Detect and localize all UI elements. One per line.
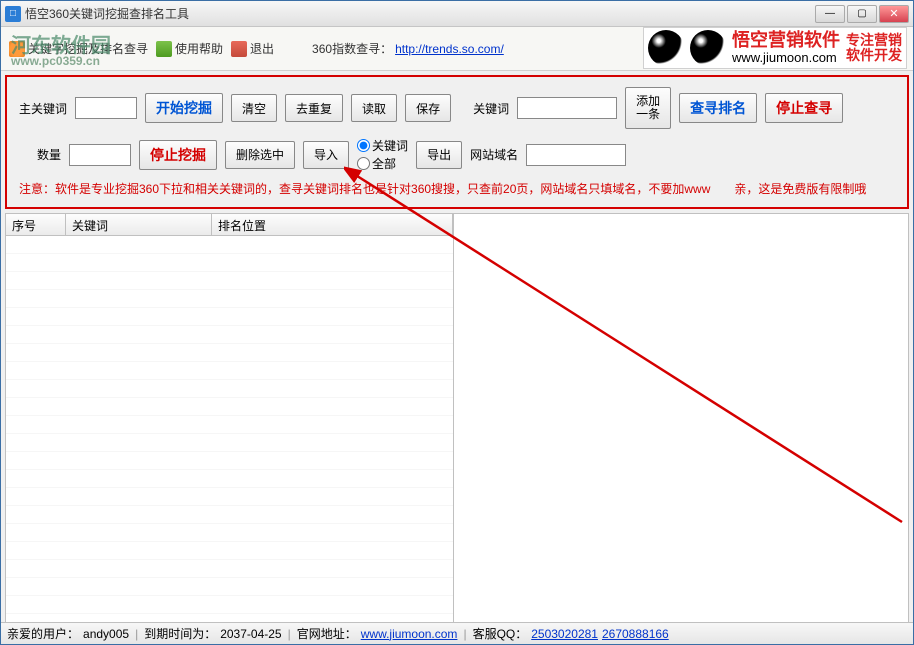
brand-name: 悟空营销软件 xyxy=(732,31,840,51)
stop-search-button[interactable]: 停止查寻 xyxy=(765,93,843,123)
app-icon xyxy=(5,6,21,22)
brand-banner: 悟空营销软件 www.jiumoon.com 专注营销 软件开发 xyxy=(643,27,907,69)
toolbar-item-exit[interactable]: 退出 xyxy=(231,40,274,57)
keyword-input[interactable] xyxy=(517,97,617,119)
app-window: 悟空360关键词挖掘查排名工具 河东软件园 www.pc0359.cn 关键字挖… xyxy=(0,0,914,645)
save-button[interactable]: 保存 xyxy=(405,94,451,122)
control-panel: 主关键词 开始挖掘 清空 去重复 读取 保存 关键词 添加 一条 查寻排名 停止… xyxy=(5,75,909,209)
status-site-link[interactable]: www.jiumoon.com xyxy=(361,627,458,641)
col-rank[interactable]: 排名位置 xyxy=(212,214,453,235)
radio-keyword[interactable]: 关键词 xyxy=(357,137,408,154)
import-button[interactable]: 导入 xyxy=(303,141,349,169)
keyword-label: 关键词 xyxy=(473,100,509,117)
window-title: 悟空360关键词挖掘查排名工具 xyxy=(25,5,815,22)
brand-tag1: 专注营销 xyxy=(846,33,902,48)
main-keyword-input[interactable] xyxy=(75,97,137,119)
export-scope-radios: 关键词 全部 xyxy=(357,137,408,172)
main-keyword-label: 主关键词 xyxy=(19,100,67,117)
col-keyword[interactable]: 关键词 xyxy=(66,214,212,235)
index-search-label: 360指数查寻： http://trends.so.com/ xyxy=(312,40,504,57)
minimize-button[interactable] xyxy=(815,5,845,23)
domain-input[interactable] xyxy=(526,144,626,166)
content-area: 序号 关键词 排名位置 xyxy=(5,213,909,627)
radio-all[interactable]: 全部 xyxy=(357,155,408,172)
status-user-label: 亲爱的用户： xyxy=(7,625,79,642)
count-label: 数量 xyxy=(37,146,61,163)
status-qq-label: 客服QQ： xyxy=(473,625,528,642)
add-one-button[interactable]: 添加 一条 xyxy=(625,87,671,129)
domain-label: 网站域名 xyxy=(470,146,518,163)
right-panel xyxy=(454,214,908,626)
start-mining-button[interactable]: 开始挖掘 xyxy=(145,93,223,123)
index-link[interactable]: http://trends.so.com/ xyxy=(395,42,504,56)
search-rank-button[interactable]: 查寻排名 xyxy=(679,93,757,123)
titlebar: 悟空360关键词挖掘查排名工具 xyxy=(1,1,913,27)
delete-selected-button[interactable]: 删除选中 xyxy=(225,141,295,169)
exit-icon xyxy=(231,41,247,57)
toolbar-item-help[interactable]: 使用帮助 xyxy=(156,40,223,57)
maximize-button[interactable] xyxy=(847,5,877,23)
statusbar: 亲爱的用户： andy005 | 到期时间为： 2037-04-25 | 官网地… xyxy=(1,622,913,644)
search-icon xyxy=(9,41,25,57)
toolbar-item-search[interactable]: 关键字挖掘及排名查寻 xyxy=(9,40,148,57)
status-qq1-link[interactable]: 2503020281 xyxy=(531,627,598,641)
status-qq2-link[interactable]: 2670888166 xyxy=(602,627,669,641)
export-button[interactable]: 导出 xyxy=(416,141,462,169)
clear-button[interactable]: 清空 xyxy=(231,94,277,122)
status-expire-label: 到期时间为： xyxy=(144,625,216,642)
status-site-label: 官网地址： xyxy=(297,625,357,642)
qq-penguin-icon xyxy=(648,30,684,66)
table-body[interactable] xyxy=(6,236,453,626)
brand-tag2: 软件开发 xyxy=(846,48,902,63)
dedupe-button[interactable]: 去重复 xyxy=(285,94,343,122)
col-index[interactable]: 序号 xyxy=(6,214,66,235)
toolbar: 关键字挖掘及排名查寻 使用帮助 退出 360指数查寻： http://trend… xyxy=(1,27,913,71)
count-input[interactable] xyxy=(69,144,131,166)
qq-penguin-icon xyxy=(690,30,726,66)
status-expire: 2037-04-25 xyxy=(220,627,281,641)
close-button[interactable] xyxy=(879,5,909,23)
status-user: andy005 xyxy=(83,627,129,641)
notice-text: 注意：软件是专业挖掘360下拉和相关关键词的，查寻关键词排名也是针对360搜搜，… xyxy=(13,176,901,201)
help-icon xyxy=(156,41,172,57)
stop-mining-button[interactable]: 停止挖掘 xyxy=(139,140,217,170)
table-header: 序号 关键词 排名位置 xyxy=(6,214,453,236)
results-table: 序号 关键词 排名位置 xyxy=(6,214,454,626)
read-button[interactable]: 读取 xyxy=(351,94,397,122)
brand-url: www.jiumoon.com xyxy=(732,51,840,65)
